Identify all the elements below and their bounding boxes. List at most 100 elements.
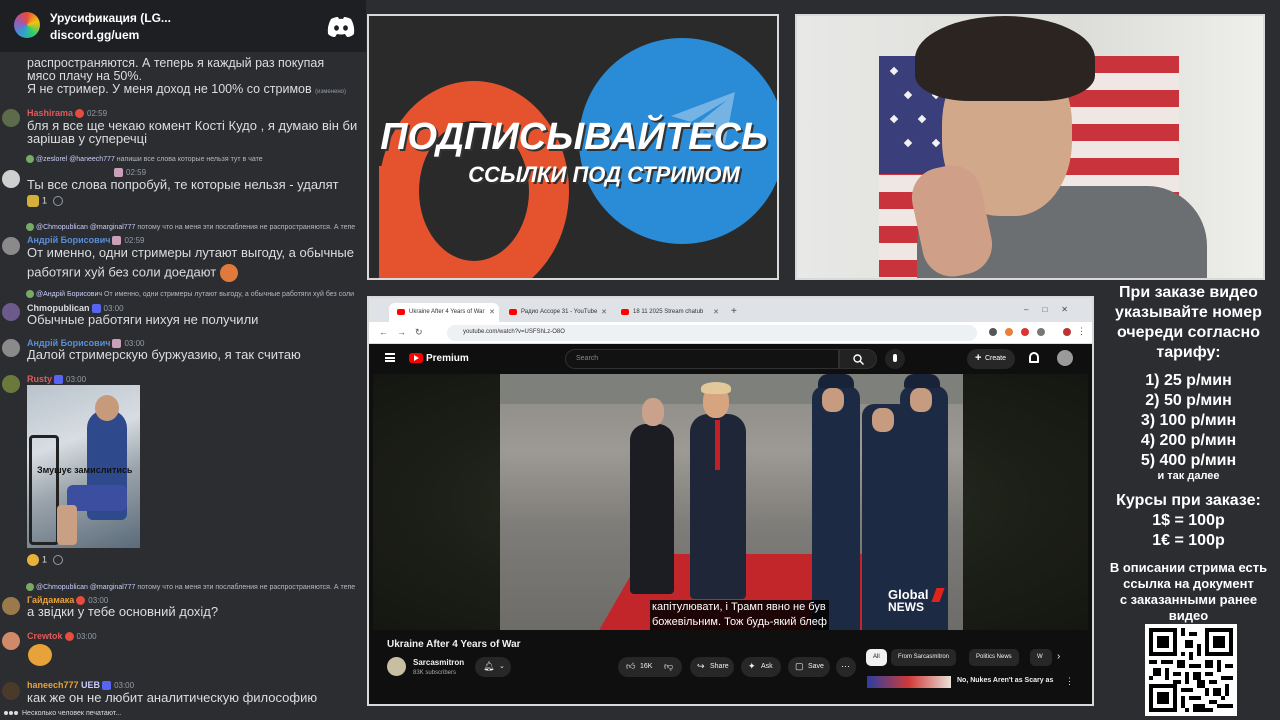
share-icon: ↪ — [697, 661, 705, 671]
avatar[interactable] — [2, 597, 20, 615]
avatar[interactable] — [2, 632, 20, 650]
tab-bar: Ukraine After 4 Years of War ✕ Радио Ассо… — [369, 298, 1092, 322]
close-tab-icon[interactable]: ✕ — [489, 308, 495, 316]
avatar[interactable] — [2, 303, 20, 321]
add-reaction-icon[interactable] — [53, 196, 64, 206]
info-text: ссылка на документ — [1123, 576, 1254, 591]
chat-text: работяги хуй без соли доедают — [27, 264, 238, 282]
back-icon[interactable]: ← — [379, 327, 388, 337]
account-avatar[interactable] — [1057, 350, 1073, 366]
qr-code[interactable] — [1145, 624, 1237, 716]
video-title: Ukraine After 4 Years of War — [387, 639, 521, 650]
youtube-logo-icon[interactable] — [409, 353, 423, 363]
order-info-panel: При заказе видео указывайте номер очеред… — [1097, 280, 1280, 720]
recommended-thumbnail[interactable] — [867, 676, 951, 688]
guard-face — [872, 408, 894, 432]
address-bar: ← → ↻ youtube.com/watch?v=USFShLz-O8O ⋮ — [369, 322, 1092, 344]
close-tab-icon[interactable]: ✕ — [601, 308, 607, 316]
filter-chip[interactable]: All — [866, 649, 887, 666]
avatar[interactable] — [2, 109, 20, 127]
extension-icon[interactable] — [1021, 328, 1029, 336]
reply-preview[interactable]: @Chmopublican @marginal777 потому что на… — [26, 583, 355, 591]
attached-image[interactable]: Змушує замислитись — [27, 385, 140, 548]
extension-icon[interactable] — [1037, 328, 1045, 336]
reply-preview[interactable]: @zeslorel @haneech777 напиши все слова к… — [26, 155, 263, 163]
save-button[interactable]: ▢ Save — [788, 657, 830, 677]
add-reaction-icon[interactable] — [53, 555, 64, 565]
share-button[interactable]: ↪ Share — [690, 657, 734, 677]
discord-invite-header[interactable]: Урусификация (LG... discord.gg/uem — [0, 0, 366, 52]
role-badge-icon — [75, 109, 85, 119]
menu-icon[interactable] — [385, 353, 395, 362]
global-news-watermark: Global NEWS — [888, 588, 945, 614]
chevron-right-icon[interactable]: › — [1057, 651, 1060, 662]
username[interactable]: Crewtok 03:00 — [27, 631, 97, 642]
recommended-title[interactable]: No, Nukes Aren't as Scary as — [957, 677, 1053, 684]
menu-icon[interactable]: ⋮ — [1077, 326, 1086, 337]
avatar — [26, 583, 34, 591]
chat-text: зарішав у суперечці — [27, 131, 148, 146]
avatar[interactable] — [2, 237, 20, 255]
more-actions-button[interactable]: ⋯ — [836, 657, 856, 677]
like-icon[interactable]: 👍︎ — [626, 661, 635, 672]
role-badge-icon — [102, 681, 112, 691]
filter-chip[interactable]: W — [1030, 649, 1052, 666]
reaction[interactable]: 1 — [27, 554, 64, 566]
avatar[interactable] — [2, 339, 20, 357]
username[interactable]: 02:59 — [112, 167, 146, 178]
video-player[interactable]: капітулювати, і Трамп явно не був божевіл… — [373, 374, 1088, 630]
rate-item: 3) 100 р/мин — [1140, 412, 1237, 429]
save-icon: ▢ — [795, 661, 804, 671]
browser-tab[interactable]: Радио Ассоре 31 - YouTube ✕ — [501, 303, 611, 322]
create-button[interactable]: + Create — [967, 349, 1015, 369]
more-icon[interactable]: ⋮ — [1065, 676, 1074, 687]
profile-icon[interactable] — [1063, 328, 1071, 336]
rate-item: 4) 200 р/мин — [1140, 432, 1237, 449]
notification-button[interactable]: 🔔︎ ⌄ — [475, 657, 511, 677]
username[interactable]: Hashirama 02:59 — [27, 108, 107, 119]
like-count[interactable]: 16K — [640, 663, 652, 670]
username[interactable]: Rusty 03:00 — [27, 374, 86, 385]
browser-window: Ukraine After 4 Years of War ✕ Радио Ассо… — [367, 296, 1094, 706]
browser-tab[interactable]: 18 11 2025 Stream chatub ✕ — [613, 303, 723, 322]
info-text: и так далее — [1157, 470, 1220, 482]
forward-icon[interactable]: → — [397, 327, 406, 337]
ask-button[interactable]: ✦ Ask — [741, 657, 781, 677]
info-text: тарифу: — [1156, 344, 1221, 361]
search-input[interactable]: Search — [565, 349, 839, 369]
youtube-premium-logo[interactable]: Premium — [426, 353, 469, 364]
window-controls[interactable]: –□✕ — [1024, 305, 1082, 314]
info-text: видео — [1168, 608, 1209, 623]
channel-name[interactable]: Sarcasmitron — [413, 658, 464, 667]
close-tab-icon[interactable]: ✕ — [713, 308, 719, 316]
avatar[interactable] — [2, 682, 20, 700]
browser-tab[interactable]: Ukraine After 4 Years of War ✕ — [389, 303, 499, 322]
guard-figure — [812, 386, 860, 630]
channel-avatar[interactable] — [387, 657, 406, 676]
red-tie — [715, 420, 720, 470]
stream-overlay: распространяются. А теперь я каждый раз … — [0, 0, 1280, 720]
url-field[interactable]: youtube.com/watch?v=USFShLz-O8O — [447, 325, 977, 341]
reaction[interactable]: 1 — [27, 195, 64, 207]
new-tab-icon[interactable]: + — [731, 306, 737, 317]
invite-link[interactable]: discord.gg/uem — [50, 28, 139, 42]
reply-preview[interactable]: @Chmopublican @marginal777 потому что на… — [26, 223, 355, 231]
like-dislike-group: 👍︎ 16K 👎︎ — [618, 657, 682, 677]
person-left-suit — [630, 424, 674, 594]
reply-preview[interactable]: @Андрій Борисович От именно, одни стриме… — [26, 290, 354, 298]
extension-icon[interactable] — [1005, 328, 1013, 336]
dislike-icon[interactable]: 👎︎ — [664, 661, 673, 672]
username[interactable]: haneech777 UEB 03:00 — [27, 680, 134, 691]
search-button[interactable] — [839, 349, 877, 369]
typing-indicator: Несколько человек печатают... — [4, 710, 121, 717]
reload-icon[interactable]: ↻ — [415, 327, 423, 338]
notifications-bell-icon[interactable] — [1029, 352, 1039, 363]
filter-chip[interactable]: From Sarcasmitron — [891, 649, 957, 666]
username[interactable]: Андрій Борисович 02:59 — [27, 235, 145, 246]
extension-icon[interactable] — [989, 328, 997, 336]
filter-chip[interactable]: Politics News — [969, 649, 1019, 666]
avatar[interactable] — [2, 170, 20, 188]
voice-search-icon[interactable] — [885, 349, 905, 369]
info-text: Курсы при заказе: — [1116, 492, 1261, 509]
avatar[interactable] — [2, 375, 20, 393]
